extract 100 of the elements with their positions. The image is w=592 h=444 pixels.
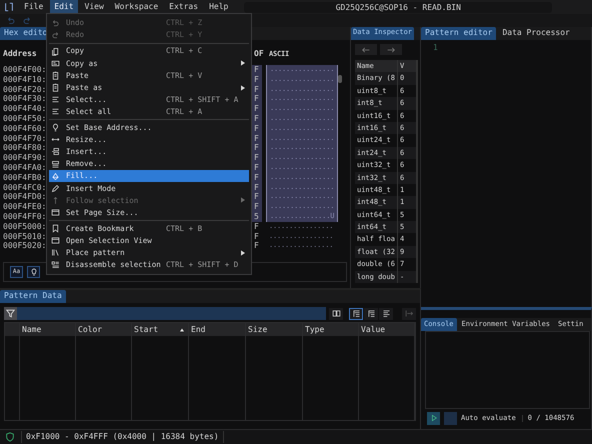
remove-icon: [51, 160, 60, 169]
address-label: 000F4FF0:: [3, 212, 46, 222]
undo-icon: [51, 18, 60, 28]
play-icon: [430, 414, 438, 422]
tab[interactable]: Data Processor: [498, 27, 574, 40]
books-icon: [51, 248, 60, 258]
address-label: 000F4F60:: [3, 124, 46, 134]
address-label: 000F4FA0:: [3, 162, 46, 173]
column-header[interactable]: Start: [132, 323, 188, 336]
filter-field[interactable]: [4, 307, 326, 320]
bookmark-icon: [51, 224, 60, 234]
hint-button[interactable]: [27, 266, 40, 278]
hex-cell: F: [252, 74, 262, 85]
tab[interactable]: Pattern editor: [421, 27, 496, 40]
hex-cell-text: F: [253, 232, 260, 242]
address-label: 000F4FD0:: [3, 192, 46, 202]
hex-cell: F: [252, 192, 262, 202]
hex-cell-text: F: [253, 222, 260, 232]
selection-range: 0xF1000 - 0xF4FFF (0x4000 | 16384 bytes): [21, 431, 224, 443]
view-mode-button[interactable]: [349, 308, 363, 320]
lines-icon: [51, 95, 60, 104]
lines-icon: [51, 107, 60, 116]
address-label: 000F4F40:: [3, 104, 46, 114]
address-label: 000F4F50:: [3, 114, 46, 124]
paint-bucket-icon: [51, 172, 60, 181]
hex-cell: F: [252, 124, 262, 134]
bulb-icon: [30, 268, 38, 276]
hex-cell: F: [252, 202, 262, 212]
hex-cell: F: [252, 143, 262, 154]
app-logo-icon: [4, 2, 14, 12]
clipboard-icon: [51, 70, 60, 80]
book-button[interactable]: [329, 308, 343, 320]
address-label: 000F4FE0:: [3, 202, 46, 212]
hex-cell: F: [252, 94, 262, 104]
hex-cell: F: [252, 65, 262, 75]
column-header[interactable]: End: [189, 323, 245, 336]
address-label: 000F4FC0:: [3, 182, 46, 192]
address-label: 000F4F80:: [3, 143, 46, 154]
forward-button[interactable]: [380, 44, 402, 55]
menu-item[interactable]: Edit: [50, 0, 78, 14]
address-label: 000F5000:: [3, 222, 46, 232]
menu-item[interactable]: Workspace: [110, 0, 162, 14]
clipboard-icon: [51, 83, 60, 92]
column-header[interactable]: Size: [246, 323, 302, 336]
line-number: 1: [433, 43, 438, 52]
address-label: 000F4F70:: [3, 134, 46, 144]
hex-cell: F: [252, 172, 262, 183]
scrollbar[interactable]: [338, 75, 342, 83]
card-icon: [51, 58, 60, 68]
copy-icon: [51, 46, 60, 56]
hex-cell: F: [252, 182, 262, 192]
address-label: 000F4F30:: [3, 94, 46, 104]
hex-cell: F: [252, 153, 262, 163]
undo-icon: [6, 16, 16, 26]
window-icon: [51, 208, 60, 217]
pin-icon: [51, 123, 60, 132]
address-label: 000F5010:: [3, 232, 46, 242]
tab[interactable]: Pattern Data: [0, 290, 66, 303]
hex-cell: F: [252, 104, 262, 114]
menu-item[interactable]: Help: [205, 0, 232, 14]
shield-icon: [5, 432, 15, 442]
column-header: Address: [3, 48, 37, 60]
address-label: 000F4F00:: [3, 65, 46, 75]
back-button[interactable]: [355, 44, 377, 55]
redo-icon: [51, 30, 60, 40]
indent-icon: [382, 309, 390, 318]
address-label: 000F4F90:: [3, 153, 46, 163]
checkbox[interactable]: [444, 412, 457, 424]
hex-cell: F: [252, 84, 262, 94]
hex-cell: F: [252, 134, 262, 144]
up-arrow-icon: [51, 196, 60, 205]
view-mode-button[interactable]: [364, 308, 378, 320]
list-icon: [51, 260, 60, 270]
run-button[interactable]: [427, 412, 440, 424]
window-title: GD25Q256C@SOP16 - READ.BIN: [244, 2, 552, 12]
column-header: OF: [253, 48, 262, 60]
view-mode-button[interactable]: [379, 308, 393, 320]
tree-icon: [366, 309, 376, 318]
menu-item[interactable]: View: [80, 0, 108, 14]
book-icon: [332, 309, 340, 318]
menu-item[interactable]: File: [20, 0, 48, 14]
address-label: 000F4FB0:: [3, 172, 46, 183]
column-header[interactable]: Name: [20, 323, 75, 336]
address-label: 000F5020:: [3, 241, 46, 252]
insert-icon: [51, 147, 60, 156]
hex-cell: F: [252, 162, 262, 173]
hex-cell-text: F: [253, 241, 260, 252]
hex-cell: F: [252, 114, 262, 124]
tree-icon: [352, 309, 360, 318]
window-icon: [51, 236, 60, 246]
pencil-icon: [51, 184, 60, 193]
redo-icon: [22, 16, 32, 26]
menu-item[interactable]: Extras: [165, 0, 202, 14]
export-icon: [404, 309, 414, 318]
export-button[interactable]: [402, 308, 416, 320]
column-header[interactable]: Type: [303, 323, 358, 336]
column-header[interactable]: Value: [359, 323, 414, 336]
address-label: 000F4F10:: [3, 74, 46, 85]
column-header[interactable]: Color: [76, 323, 131, 336]
hex-cell: 5: [252, 212, 262, 222]
